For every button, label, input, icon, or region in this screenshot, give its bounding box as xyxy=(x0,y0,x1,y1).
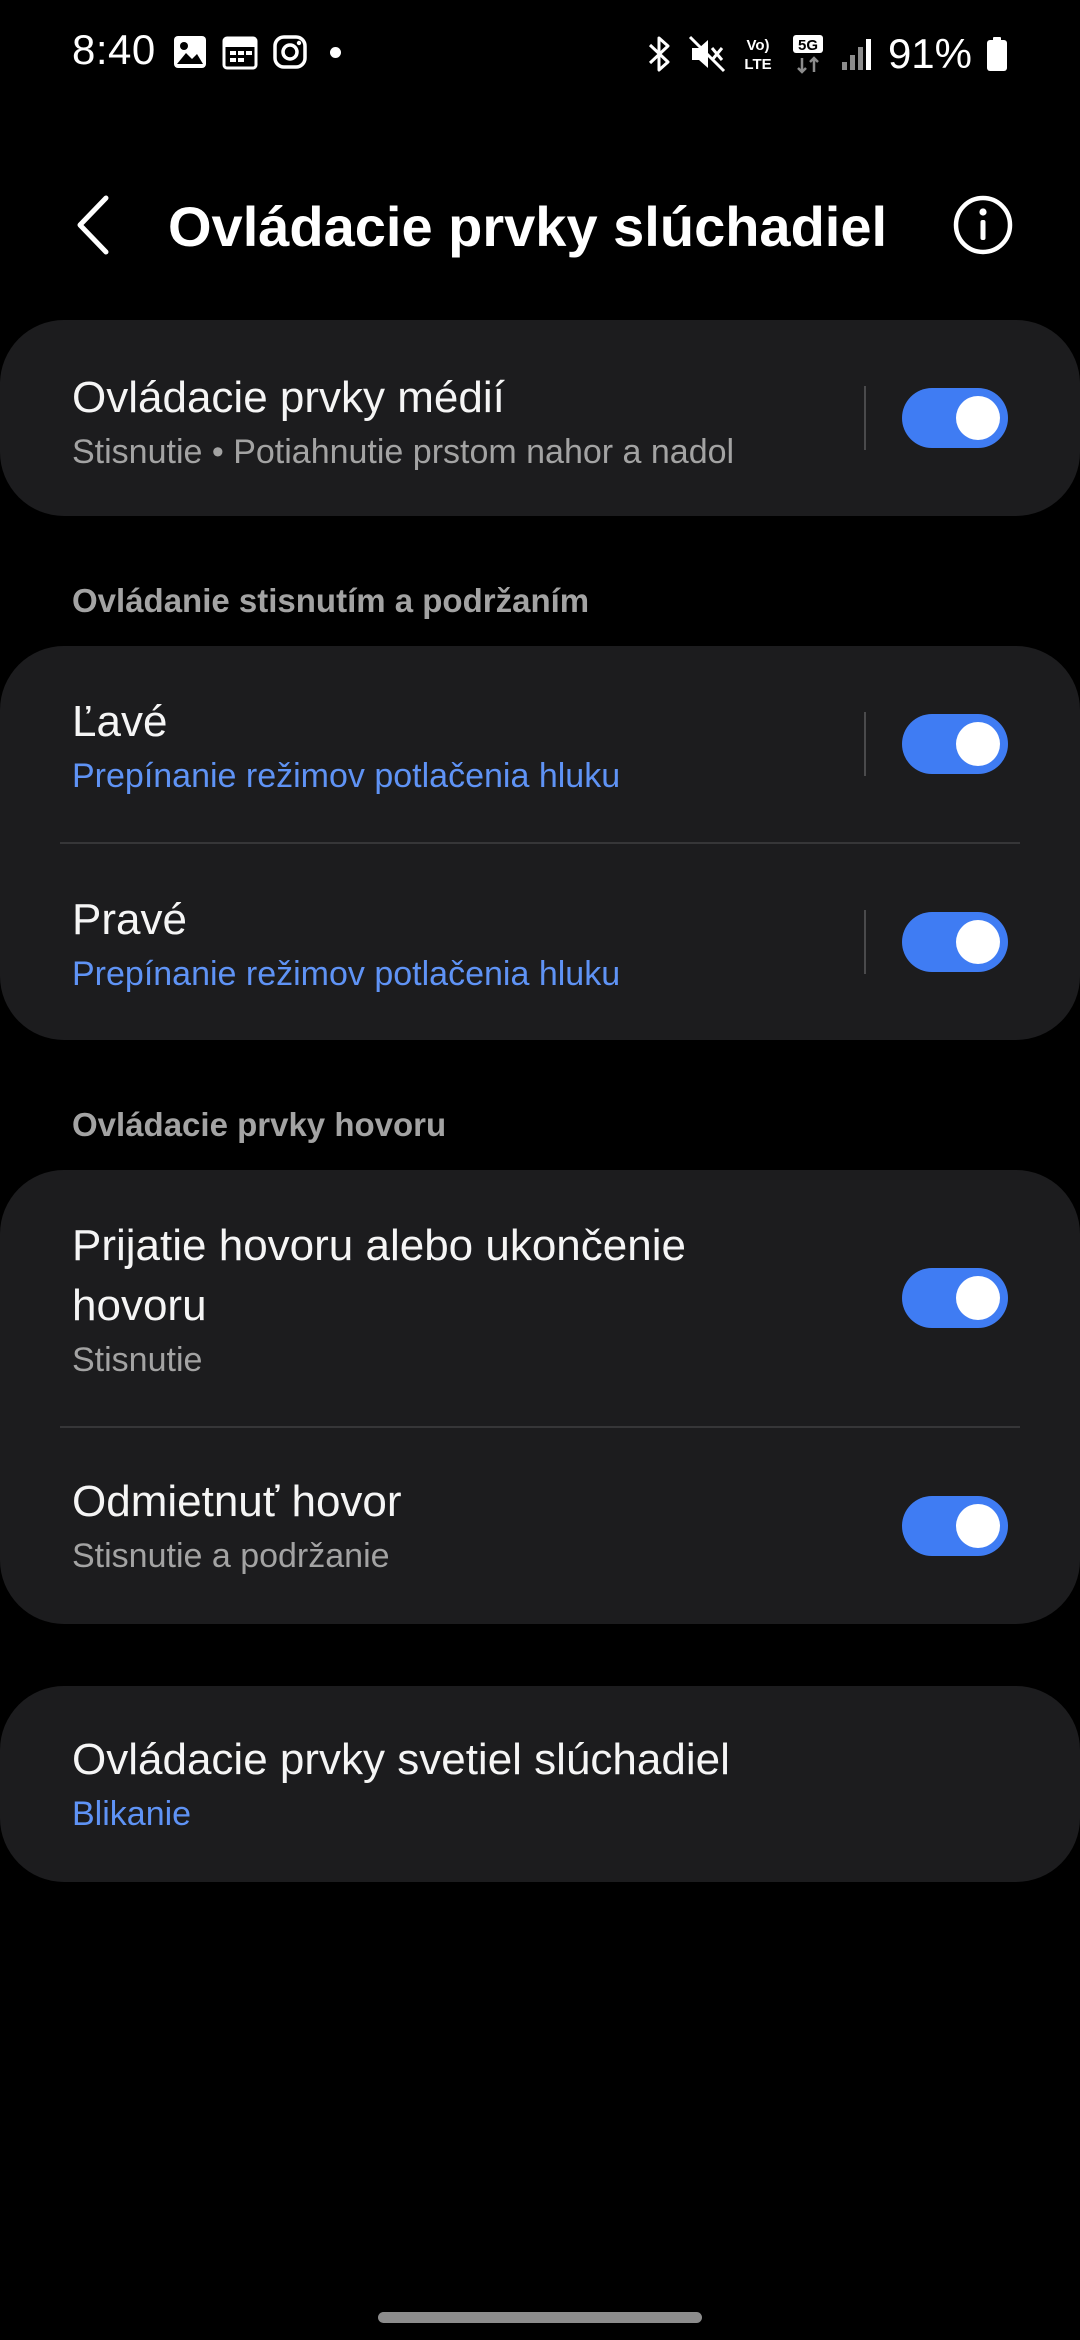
light-controls-row[interactable]: Ovládacie prvky svetiel slúchadiel Blika… xyxy=(0,1686,1080,1882)
light-controls-subtitle: Blikanie xyxy=(72,1795,192,1833)
toggle-knob xyxy=(956,722,1000,766)
accept-end-call-toggle[interactable] xyxy=(902,1268,1008,1328)
media-controls-card: Ovládacie prvky médií Stisnutie • Potiah… xyxy=(0,320,1080,516)
light-controls-card: Ovládacie prvky svetiel slúchadiel Blika… xyxy=(0,1686,1080,1882)
media-controls-subtitle: Stisnutie • Potiahnutie prstom nahor a n… xyxy=(72,433,735,471)
row-vertical-divider xyxy=(864,910,866,974)
press-hold-right-toggle[interactable] xyxy=(902,912,1008,972)
home-indicator[interactable] xyxy=(378,2312,702,2323)
calendar-icon xyxy=(222,36,258,70)
network-label: 5G xyxy=(798,37,818,54)
reject-call-toggle[interactable] xyxy=(902,1496,1008,1556)
toggle-knob xyxy=(956,1504,1000,1548)
volte-top-label: Vo) xyxy=(746,37,769,54)
battery-percent: 91% xyxy=(887,30,972,77)
call-controls-card: Prijatie hovoru alebo ukončenie hovoru S… xyxy=(0,1170,1080,1624)
signal-icon xyxy=(841,39,871,70)
gallery-icon xyxy=(174,36,206,68)
reject-call-row[interactable]: Odmietnuť hovor Stisnutie a podržanie xyxy=(0,1428,1080,1624)
mute-icon xyxy=(688,35,725,73)
row-vertical-divider xyxy=(864,386,866,450)
back-button[interactable] xyxy=(66,192,126,258)
status-time: 8:40 xyxy=(72,26,156,73)
info-button[interactable] xyxy=(952,194,1014,256)
bluetooth-icon xyxy=(648,36,670,72)
media-controls-row[interactable]: Ovládacie prvky médií Stisnutie • Potiah… xyxy=(0,320,1080,516)
reject-call-subtitle: Stisnutie a podržanie xyxy=(72,1537,390,1575)
press-hold-right-title: Pravé xyxy=(72,895,187,944)
info-icon xyxy=(953,195,1013,255)
instagram-icon xyxy=(273,35,307,69)
media-controls-title: Ovládacie prvky médií xyxy=(72,373,505,422)
reject-call-title: Odmietnuť hovor xyxy=(72,1477,402,1526)
status-right-icons: Vo) LTE 5G 91% xyxy=(644,30,1008,78)
press-hold-left-row[interactable]: Ľavé Prepínanie režimov potlačenia hluku xyxy=(0,646,1080,842)
app-header: Ovládacie prvky slúchadiel xyxy=(0,170,1080,280)
accept-end-call-subtitle: Stisnutie xyxy=(72,1341,203,1379)
volte-icon: Vo) LTE xyxy=(744,37,771,73)
toggle-knob xyxy=(956,1276,1000,1320)
light-controls-title: Ovládacie prvky svetiel slúchadiel xyxy=(72,1735,730,1784)
press-hold-right-row[interactable]: Pravé Prepínanie režimov potlačenia hluk… xyxy=(0,844,1080,1040)
call-section-header: Ovládacie prvky hovoru xyxy=(72,1106,447,1143)
battery-icon xyxy=(987,37,1007,71)
press-hold-left-subtitle: Prepínanie režimov potlačenia hluku xyxy=(72,757,621,795)
press-hold-left-title: Ľavé xyxy=(72,697,168,746)
press-hold-right-subtitle: Prepínanie režimov potlačenia hluku xyxy=(72,955,621,993)
accept-end-call-title-line1: Prijatie hovoru alebo ukončenie xyxy=(72,1221,686,1270)
accept-end-call-title-line2: hovoru xyxy=(72,1281,207,1330)
status-left-icons xyxy=(172,34,341,70)
5g-icon: 5G xyxy=(792,35,823,74)
notification-dot xyxy=(330,46,341,58)
toggle-knob xyxy=(956,920,1000,964)
chevron-left-icon xyxy=(77,195,109,255)
volte-bottom-label: LTE xyxy=(744,56,771,73)
status-bar: 8:40 Vo) LTE 5G 91% xyxy=(0,0,1080,108)
page-title: Ovládacie prvky slúchadiel xyxy=(168,195,888,258)
press-hold-section-header: Ovládanie stisnutím a podržaním xyxy=(72,582,590,619)
press-hold-card: Ľavé Prepínanie režimov potlačenia hluku… xyxy=(0,646,1080,1040)
row-vertical-divider xyxy=(864,712,866,776)
press-hold-left-toggle[interactable] xyxy=(902,714,1008,774)
accept-end-call-row[interactable]: Prijatie hovoru alebo ukončenie hovoru S… xyxy=(0,1170,1080,1426)
media-controls-toggle[interactable] xyxy=(902,388,1008,448)
toggle-knob xyxy=(956,396,1000,440)
